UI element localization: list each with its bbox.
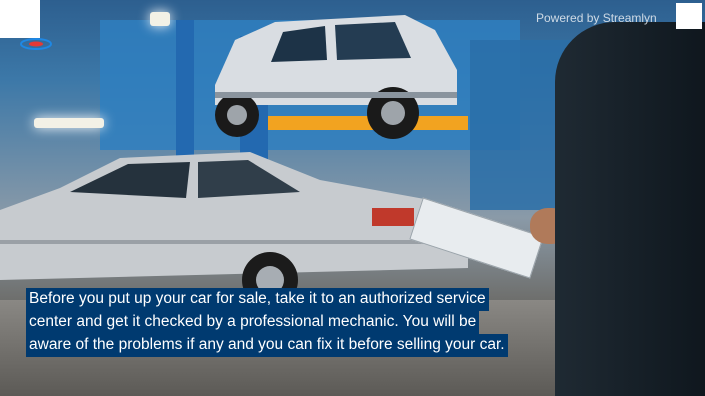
video-caption: Before you put up your car for sale, tak… [26, 288, 586, 357]
ceiling-light [34, 118, 104, 128]
ceiling-light [150, 12, 170, 26]
caption-line: center and get it checked by a professio… [26, 311, 480, 334]
caption-line: aware of the problems if any and you can… [26, 334, 508, 357]
silver-sedan [0, 152, 468, 308]
logo-placeholder [0, 0, 40, 38]
caption-line: Before you put up your car for sale, tak… [26, 288, 489, 311]
watermark-logo-placeholder [676, 3, 702, 29]
video-player[interactable]: Powered by Streamlyn Before you put up y… [0, 0, 705, 396]
brand-logo-icon [20, 38, 52, 50]
watermark-text: Powered by Streamlyn [536, 11, 657, 25]
lifted-suv [215, 15, 457, 139]
